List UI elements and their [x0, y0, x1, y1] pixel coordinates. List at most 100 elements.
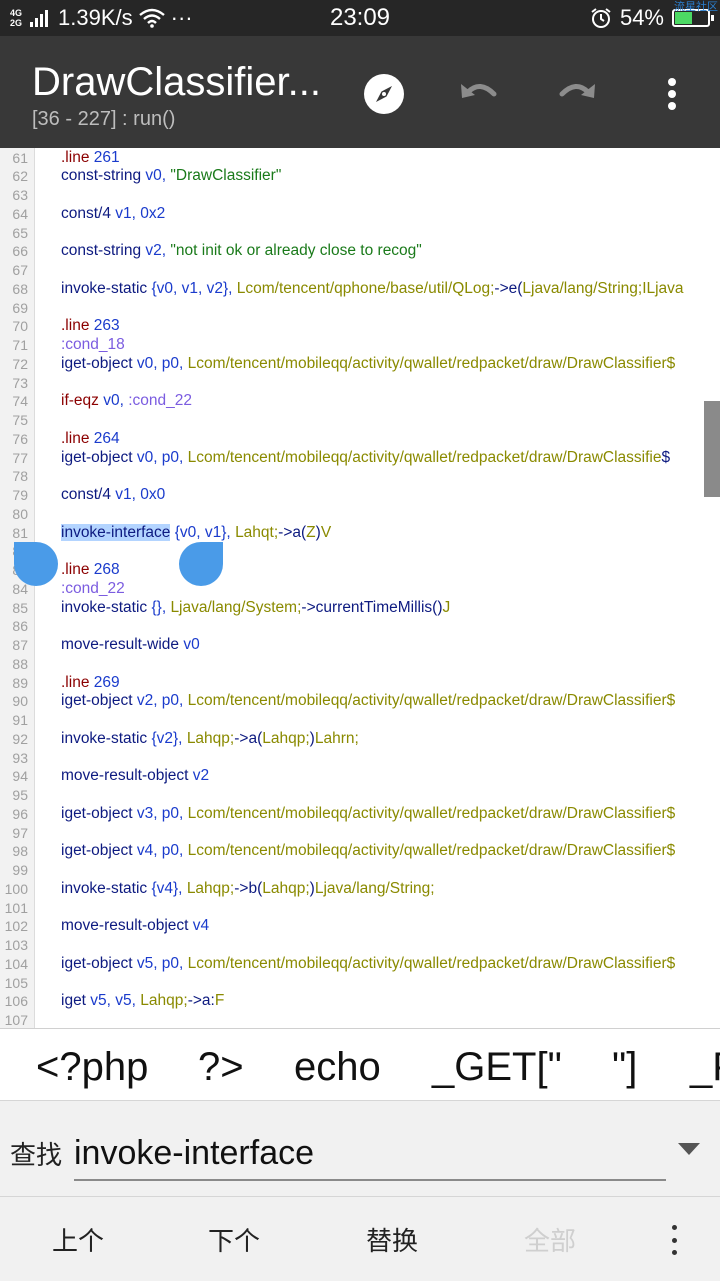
code-token: v0, p0, [132, 354, 188, 372]
code-line[interactable]: 105 [0, 974, 720, 993]
code-line[interactable]: 76 .line 264 [0, 430, 720, 449]
code-line[interactable]: 100 invoke-static {v4}, Lahqp;->b(Lahqp;)… [0, 880, 720, 899]
code-token: Lahqp; [186, 729, 235, 747]
code-line[interactable]: 61 .line 261 [0, 149, 720, 168]
redo-icon[interactable] [554, 72, 598, 116]
editor-scrollbar[interactable] [704, 401, 720, 497]
code-line[interactable]: 95 [0, 786, 720, 805]
code-line[interactable]: 78 [0, 467, 720, 486]
code-line[interactable]: 71:cond_18 [0, 336, 720, 355]
line-number: 90 [12, 693, 28, 710]
code-line[interactable]: 101 [0, 899, 720, 918]
code-line[interactable]: 89 .line 269 [0, 674, 720, 693]
line-number: 88 [12, 655, 28, 672]
line-number: 72 [12, 355, 28, 372]
code-text: move-result-wide v0 [61, 636, 200, 655]
code-line[interactable]: 84:cond_22 [0, 580, 720, 599]
symbol-get-open[interactable]: _GET[" [432, 1045, 562, 1089]
code-line[interactable]: 64 const/4 v1, 0x2 [0, 205, 720, 224]
find-prev-button[interactable]: 上个 [52, 1221, 104, 1258]
code-line[interactable]: 92 invoke-static {v2}, Lahqp;->a(Lahqp;)L… [0, 730, 720, 749]
symbol-post[interactable]: _P [690, 1045, 720, 1089]
code-line[interactable]: 65 [0, 224, 720, 243]
code-line[interactable]: 93 [0, 749, 720, 768]
file-title: DrawClassifier... [32, 60, 321, 104]
code-line[interactable]: 62 const-string v0, "DrawClassifier" [0, 167, 720, 186]
code-line[interactable]: 107 [0, 1011, 720, 1028]
code-token: v2, p0, [132, 692, 188, 710]
symbol-get-close[interactable]: "] [612, 1045, 637, 1089]
code-line[interactable]: 80 [0, 505, 720, 524]
code-line[interactable]: 94 move-result-object v2 [0, 767, 720, 786]
code-line[interactable]: 104 iget-object v5, p0, Lcom/tencent/mobi… [0, 955, 720, 974]
code-token: "not init ok or already close to recog" [170, 242, 422, 260]
more-options-icon[interactable] [664, 1225, 684, 1255]
code-line[interactable]: 83.line 268 [0, 561, 720, 580]
code-text: :cond_22 [61, 580, 125, 599]
code-line[interactable]: 77 iget-object v0, p0, Lcom/tencent/mobil… [0, 449, 720, 468]
code-token: iget-object [61, 804, 133, 822]
code-text: iget-object v2, p0, Lcom/tencent/mobileq… [61, 692, 675, 711]
code-token: invoke-static [61, 598, 148, 616]
code-line[interactable]: 66 const-string v2, "not init ok or alrea… [0, 242, 720, 261]
code-text: invoke-static {v4}, Lahqp;->b(Lahqp;)Lja… [61, 880, 435, 899]
symbol-echo[interactable]: echo [294, 1045, 381, 1089]
replace-all-button[interactable]: 全部 [524, 1221, 576, 1258]
compass-icon[interactable] [362, 72, 406, 116]
code-line[interactable]: 99 [0, 861, 720, 880]
code-line[interactable]: 75 [0, 411, 720, 430]
code-line[interactable]: 87 move-result-wide v0 [0, 636, 720, 655]
code-text: const-string v2, "not init ok or already… [61, 242, 422, 261]
code-line[interactable]: 96 iget-object v3, p0, Lcom/tencent/mobil… [0, 805, 720, 824]
selection-start-handle[interactable] [14, 542, 58, 586]
watermark: 流星社区 [674, 1, 718, 13]
code-line[interactable]: 90 iget-object v2, p0, Lcom/tencent/mobil… [0, 692, 720, 711]
line-number: 61 [12, 149, 28, 166]
line-number: 81 [12, 524, 28, 541]
code-token: v5, p0, [132, 954, 188, 972]
code-line[interactable]: 70 .line 263 [0, 317, 720, 336]
code-text: .line 263 [61, 317, 120, 336]
code-token: iget [61, 992, 86, 1010]
find-input[interactable] [74, 1127, 666, 1181]
code-line[interactable]: 97 [0, 824, 720, 843]
symbol-bar: <?php ?> echo _GET[" "] _P [0, 1028, 720, 1101]
code-line[interactable]: 102 move-result-object v4 [0, 917, 720, 936]
code-line[interactable]: 79 const/4 v1, 0x0 [0, 486, 720, 505]
code-line[interactable]: 72 iget-object v0, p0, Lcom/tencent/mobil… [0, 355, 720, 374]
code-line[interactable]: 82 [0, 542, 720, 561]
code-text: iget-object v3, p0, Lcom/tencent/mobileq… [61, 805, 675, 824]
find-history-dropdown-icon[interactable] [678, 1143, 700, 1155]
code-line[interactable]: 103 [0, 936, 720, 955]
selection-end-handle[interactable] [179, 542, 223, 586]
line-number: 68 [12, 280, 28, 297]
code-line[interactable]: 68 invoke-static {v0, v1, v2}, Lcom/tence… [0, 280, 720, 299]
undo-icon[interactable] [458, 72, 502, 116]
more-vert-icon[interactable] [650, 72, 694, 116]
code-line[interactable]: 91 [0, 711, 720, 730]
code-line[interactable]: 74 if-eqz v0, :cond_22 [0, 392, 720, 411]
code-line[interactable]: 69 [0, 299, 720, 318]
replace-button[interactable]: 替换 [366, 1221, 418, 1258]
code-token: iget-object [61, 842, 133, 860]
code-editor[interactable]: 61 .line 261 62 const-string v0, "DrawClass… [0, 148, 720, 1028]
code-line[interactable]: 86 [0, 617, 720, 636]
code-token: Lcom/tencent/mobileqq/activity/qwallet/r… [187, 842, 676, 860]
code-line[interactable]: 81 invoke-interface {v0, v1}, Lahqt;->a(Z… [0, 523, 720, 543]
code-line[interactable]: 88 [0, 655, 720, 674]
code-line[interactable]: 106 iget v5, v5, Lahqp;->a:F [0, 992, 720, 1011]
code-line[interactable]: 63 [0, 186, 720, 205]
code-text: iget-object v0, p0, Lcom/tencent/mobileq… [61, 449, 670, 468]
code-token: {v2}, [147, 729, 187, 747]
code-line[interactable]: 67 [0, 261, 720, 280]
code-line[interactable]: 73 [0, 374, 720, 393]
code-line[interactable]: 85 invoke-static {}, Ljava/lang/System;->… [0, 599, 720, 618]
code-token: 268 [89, 561, 120, 578]
symbol-php-close[interactable]: ?> [198, 1045, 244, 1089]
code-line[interactable]: 98 iget-object v4, p0, Lcom/tencent/mobil… [0, 842, 720, 861]
line-number: 78 [12, 468, 28, 485]
code-token: 0x0 [140, 486, 166, 503]
find-next-button[interactable]: 下个 [208, 1221, 260, 1258]
symbol-php-open[interactable]: <?php [36, 1045, 148, 1089]
code-text: invoke-static {v2}, Lahqp;->a(Lahqp;)Lah… [61, 730, 359, 749]
